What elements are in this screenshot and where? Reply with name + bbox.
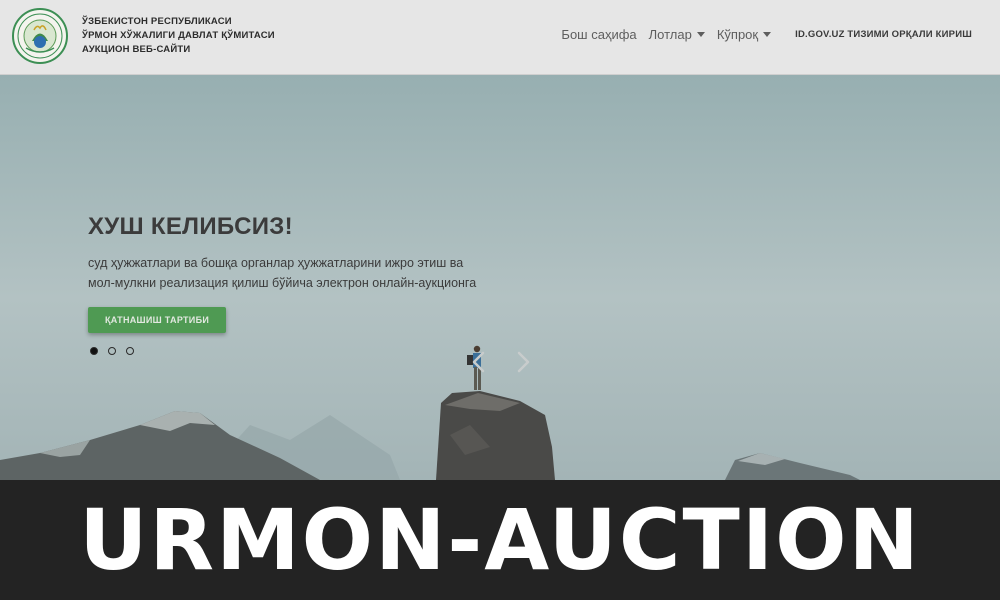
header: ЎЗБЕКИСТОН РЕСПУБЛИКАСИ ЎРМОН ХЎЖАЛИГИ Д… <box>0 0 1000 75</box>
nav-lots-dropdown[interactable]: Лотлар <box>649 27 705 42</box>
hero-carousel: ХУШ КЕЛИБСИЗ! суд ҳужжатлари ва бошқа ор… <box>0 75 1000 480</box>
emblem-logo <box>12 8 68 64</box>
caret-down-icon <box>763 32 772 37</box>
caret-down-icon <box>696 32 705 37</box>
chevron-left-icon[interactable] <box>466 349 492 375</box>
banner-title: URMON-AUCTION <box>79 491 921 589</box>
carousel-indicator-2[interactable] <box>108 347 116 355</box>
org-line-2: ЎРМОН ХЎЖАЛИГИ ДАВЛАТ ҚЎМИТАСИ <box>82 30 275 41</box>
org-line-3: АУКЦИОН ВЕБ-САЙТИ <box>82 44 191 55</box>
carousel-indicator-3[interactable] <box>126 347 134 355</box>
brand[interactable]: ЎЗБЕКИСТОН РЕСПУБЛИКАСИ ЎРМОН ХЎЖАЛИГИ Д… <box>12 8 275 64</box>
org-line-1: ЎЗБЕКИСТОН РЕСПУБЛИКАСИ <box>82 16 232 27</box>
chevron-right-icon[interactable] <box>510 349 536 375</box>
hero-caption: ХУШ КЕЛИБСИЗ! суд ҳужжатлари ва бошқа ор… <box>88 213 508 333</box>
title-banner: URMON-AUCTION <box>0 480 1000 600</box>
carousel-indicators <box>90 347 134 355</box>
main-nav: Бош саҳифа Лотлар Кўпроқ ID.GOV.UZ ТИЗИМ… <box>549 27 972 42</box>
page: ЎЗБЕКИСТОН РЕСПУБЛИКАСИ ЎРМОН ХЎЖАЛИГИ Д… <box>0 0 1000 600</box>
nav-lots-label: Лотлар <box>648 27 692 42</box>
login-link[interactable]: ID.GOV.UZ ТИЗИМИ ОРҚАЛИ КИРИШ <box>795 29 972 40</box>
hero-title: ХУШ КЕЛИБСИЗ! <box>88 213 293 240</box>
nav-home-label: Бош саҳифа <box>561 27 637 42</box>
nav-home-link[interactable]: Бош саҳифа <box>561 27 636 42</box>
org-name: ЎЗБЕКИСТОН РЕСПУБЛИКАСИ ЎРМОН ХЎЖАЛИГИ Д… <box>82 15 275 57</box>
hero-description: суд ҳужжатлари ва бошқа органлар ҳужжатл… <box>88 256 477 290</box>
participation-rules-button[interactable]: ҚАТНАШИШ ТАРТИБИ <box>88 307 227 333</box>
carousel-indicator-1[interactable] <box>90 347 98 355</box>
nav-more-label: Кўпроқ <box>716 27 759 42</box>
nav-more-dropdown[interactable]: Кўпроқ <box>716 27 772 42</box>
